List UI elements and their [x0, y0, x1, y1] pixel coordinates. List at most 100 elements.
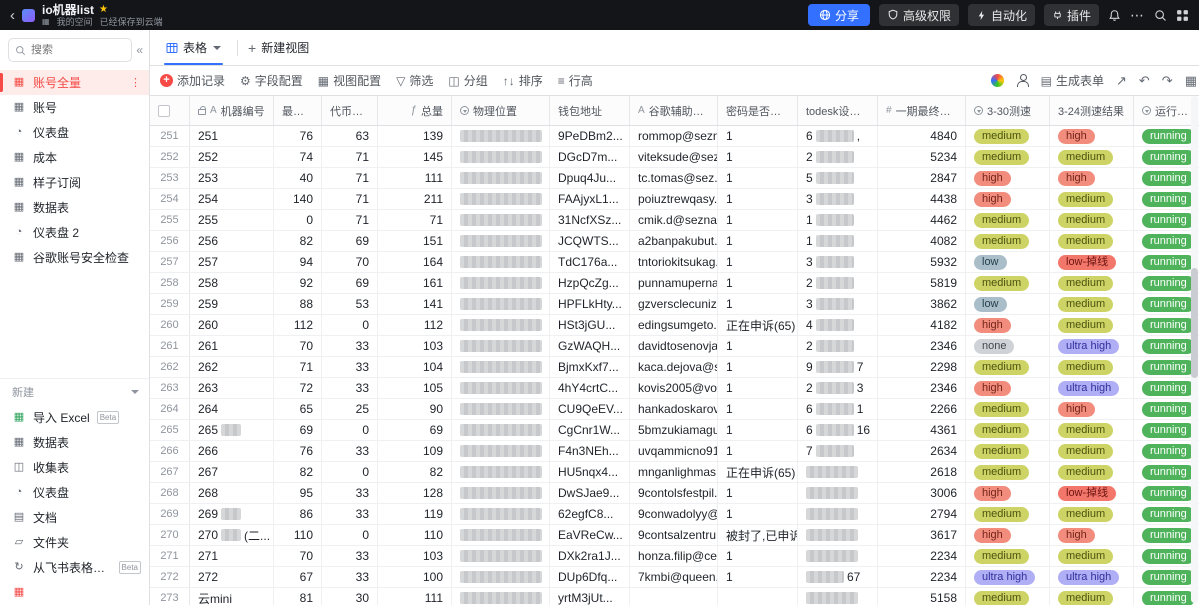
cell-wallet[interactable]: EaVReCw... [550, 525, 630, 545]
cell-total[interactable]: 104 [378, 357, 452, 377]
cell-total[interactable]: 103 [378, 336, 452, 356]
cell-final[interactable]: 82 [274, 462, 322, 482]
status-badge[interactable]: running [1142, 549, 1195, 564]
cell-s324[interactable]: medium [1050, 294, 1134, 314]
speed-badge[interactable]: ultra high [1058, 570, 1119, 585]
cell-score[interactable]: 5158 [878, 588, 966, 605]
cell-s324[interactable]: low-掉线 [1050, 252, 1134, 272]
cell-s330[interactable]: medium [966, 147, 1050, 167]
cell-wallet[interactable]: F4n3NEh... [550, 441, 630, 461]
breadcrumb[interactable]: 我的空间 [57, 18, 93, 27]
table-row[interactable]: 270270(二...1100110EaVReCw...9contsalzent… [150, 525, 1199, 546]
speed-badge[interactable]: medium [974, 549, 1029, 564]
cell-pwd[interactable]: 1 [718, 546, 798, 566]
speed-badge[interactable]: medium [1058, 549, 1113, 564]
cell-email[interactable]: mnganlighmas... [630, 462, 718, 482]
cell-score[interactable]: 2634 [878, 441, 966, 461]
cell-s324[interactable]: high [1050, 399, 1134, 419]
speed-badge[interactable]: high [974, 192, 1011, 207]
cell-wallet[interactable]: 9PeDBm2... [550, 126, 630, 146]
search-input[interactable] [31, 44, 125, 56]
column-header-todesk[interactable]: todesk设备码 [798, 96, 878, 125]
table-row[interactable]: 2522527471145DGcD7m...viteksude@sez...12… [150, 147, 1199, 168]
cell-wallet[interactable]: HSt3jGU... [550, 315, 630, 335]
cell-status[interactable]: running [1134, 462, 1199, 482]
sort-button[interactable]: ↑↓ 排序 [503, 72, 543, 89]
cell-s324[interactable]: medium [1050, 357, 1134, 377]
column-header-s330[interactable]: 3-30测速 [966, 96, 1050, 125]
cell-pwd[interactable]: 1 [718, 399, 798, 419]
sidebar-item-文件夹[interactable]: ▱文件夹 [0, 530, 149, 555]
speed-badge[interactable]: medium [974, 360, 1029, 375]
cell-final[interactable]: 112 [274, 315, 322, 335]
cell-total[interactable]: 119 [378, 504, 452, 524]
cell-final[interactable]: 95 [274, 483, 322, 503]
cell-s330[interactable]: medium [966, 546, 1050, 566]
cell-pwd[interactable]: 1 [718, 357, 798, 377]
cell-token2[interactable]: 63 [322, 126, 378, 146]
cell-s330[interactable]: none [966, 336, 1050, 356]
cell-todesk[interactable] [798, 588, 878, 605]
cell-token2[interactable]: 33 [322, 504, 378, 524]
cell-token2[interactable]: 0 [322, 315, 378, 335]
cell-machine[interactable]: 258 [190, 273, 274, 293]
cell-s324[interactable]: medium [1050, 420, 1134, 440]
cell-token2[interactable]: 33 [322, 336, 378, 356]
cell-status[interactable]: running [1134, 399, 1199, 419]
cell-final[interactable]: 88 [274, 294, 322, 314]
cell-score[interactable]: 2794 [878, 504, 966, 524]
status-badge[interactable]: running [1142, 276, 1195, 291]
status-badge[interactable]: running [1142, 129, 1195, 144]
cell-s330[interactable]: medium [966, 420, 1050, 440]
cell-token2[interactable]: 30 [322, 588, 378, 605]
cell-pwd[interactable]: 1 [718, 336, 798, 356]
cell-s324[interactable]: ultra high [1050, 336, 1134, 356]
cell-machine[interactable]: 261 [190, 336, 274, 356]
cell-s324[interactable]: high [1050, 168, 1134, 188]
cell-score[interactable]: 4840 [878, 126, 966, 146]
table-row[interactable]: 2722726733100DUp6Dfq...7kmbi@queen...167… [150, 567, 1199, 588]
cell-s330[interactable]: low [966, 252, 1050, 272]
cell-status[interactable]: running [1134, 546, 1199, 566]
sidebar-search[interactable] [8, 38, 132, 62]
cell-total[interactable]: 100 [378, 567, 452, 587]
view-config-button[interactable]: ▦ 视图配置 [318, 72, 381, 89]
field-config-button[interactable]: ⚙ 字段配置 [240, 72, 303, 89]
cell-location[interactable] [452, 168, 550, 188]
cell-pwd[interactable] [718, 588, 798, 605]
table-row[interactable]: 2602601120112HSt3jGU...edingsumgeto...正在… [150, 315, 1199, 336]
cell-final[interactable]: 140 [274, 189, 322, 209]
cell-s324[interactable]: medium [1050, 315, 1134, 335]
cell-idx[interactable]: 268 [150, 483, 190, 503]
back-icon[interactable]: ‹ [10, 8, 15, 23]
cell-machine[interactable]: 256 [190, 231, 274, 251]
cell-location[interactable] [452, 294, 550, 314]
cell-email[interactable]: 9contolsfestpil... [630, 483, 718, 503]
cell-email[interactable]: a2banpakubut... [630, 231, 718, 251]
cell-status[interactable]: running [1134, 231, 1199, 251]
cell-idx[interactable]: 270 [150, 525, 190, 545]
cell-wallet[interactable]: TdC176a... [550, 252, 630, 272]
speed-badge[interactable]: medium [974, 276, 1029, 291]
bell-icon[interactable] [1108, 9, 1121, 22]
cell-s330[interactable]: medium [966, 273, 1050, 293]
select-all-checkbox[interactable] [158, 105, 170, 117]
cell-email[interactable]: 5bmzukiamagu... [630, 420, 718, 440]
cell-machine[interactable]: 266 [190, 441, 274, 461]
cell-pwd[interactable]: 1 [718, 273, 798, 293]
status-badge[interactable]: running [1142, 318, 1195, 333]
cell-machine[interactable]: 265 [190, 420, 274, 440]
status-badge[interactable]: running [1142, 360, 1195, 375]
cell-todesk[interactable] [798, 546, 878, 566]
cell-wallet[interactable]: DXk2ra1J... [550, 546, 630, 566]
cell-todesk[interactable]: 2 [798, 336, 878, 356]
cell-status[interactable]: running [1134, 504, 1199, 524]
sidebar-item-谷歌账号安全检查[interactable]: ▦谷歌账号安全检查 [0, 245, 149, 270]
speed-badge[interactable]: medium [1058, 297, 1113, 312]
speed-badge[interactable]: medium [974, 507, 1029, 522]
cell-location[interactable] [452, 399, 550, 419]
cell-pwd[interactable]: 1 [718, 420, 798, 440]
cell-final[interactable]: 76 [274, 126, 322, 146]
cell-final[interactable]: 0 [274, 210, 322, 230]
cell-final[interactable]: 65 [274, 399, 322, 419]
